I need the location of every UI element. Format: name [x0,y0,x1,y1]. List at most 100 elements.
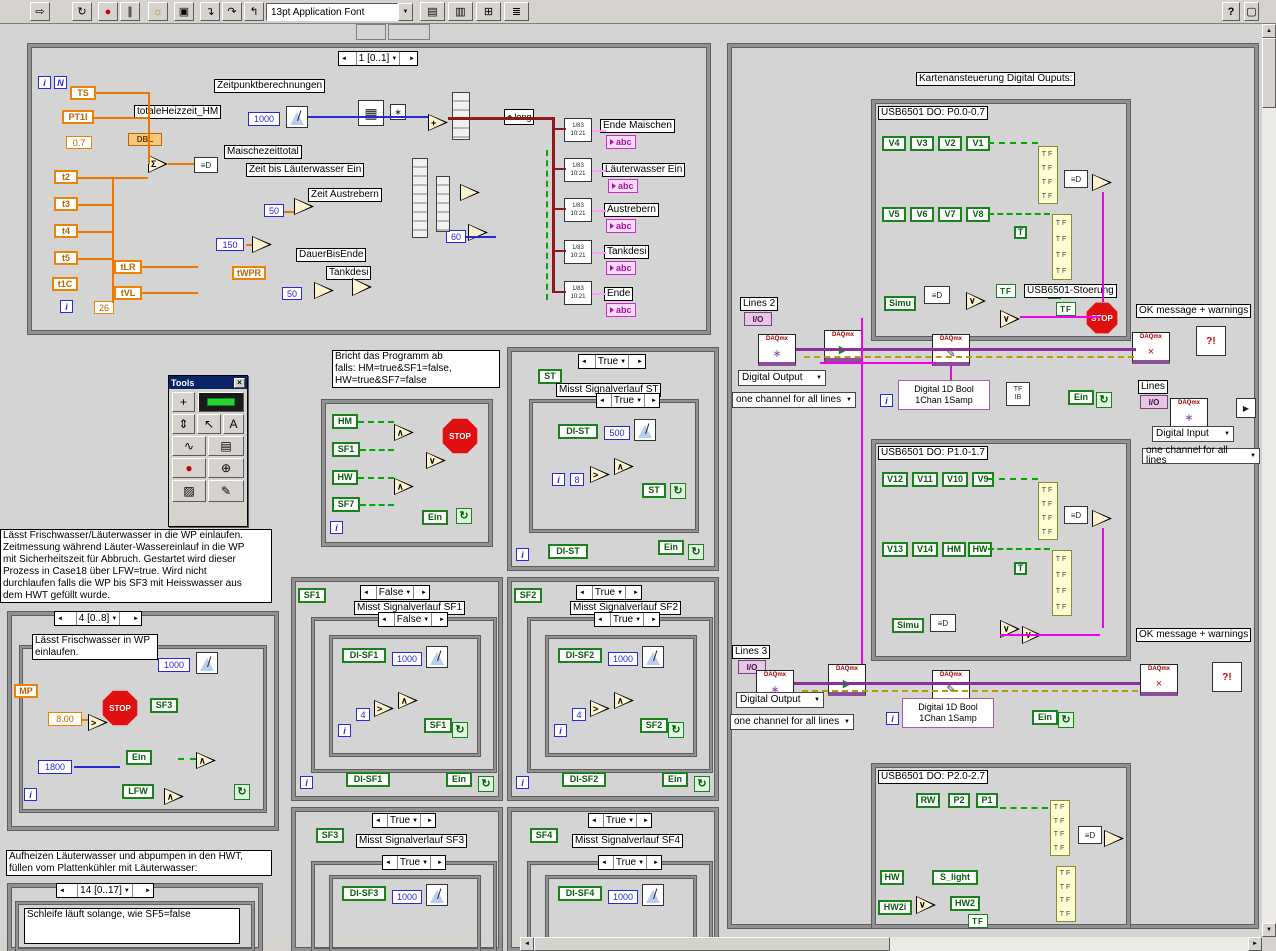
run-button[interactable]: ⇨ [30,2,50,21]
case-selector-sf1[interactable]: ◄ False ▼ ► [360,585,430,600]
boolean-constant-tf[interactable]: TF [996,284,1016,298]
prev-case-arrow[interactable]: ◄ [58,888,66,894]
constant-1000[interactable]: 1000 [608,890,638,904]
case-label[interactable]: True [614,395,634,406]
constant-4[interactable]: 4 [572,708,586,721]
inner-case-selector-sf3[interactable]: ◄ True ▼ ► [382,855,446,870]
format-datetime-icon[interactable]: 1/83 10:21 [564,281,592,305]
chevron-down-icon[interactable]: ▼ [638,860,644,866]
align-objects-button[interactable]: ▤ [420,2,445,21]
terminal-v13[interactable]: V13 [882,542,908,557]
terminal-ein[interactable]: Ein [1068,390,1094,405]
boolean-constant-tf[interactable]: TF [968,914,988,928]
frame-label[interactable]: 1 [0..1] [359,53,390,64]
case-label[interactable]: True [616,857,636,868]
case-label[interactable]: 14 [0..17] [80,885,122,896]
terminal-v10[interactable]: V10 [942,472,968,487]
vertical-scrollbar[interactable] [1262,24,1276,937]
count-terminal[interactable]: N [54,76,67,89]
build-array-node[interactable] [436,176,450,232]
terminal-twpr[interactable]: tWPR [232,266,266,280]
case-label[interactable]: False [379,587,403,598]
next-case-arrow[interactable]: ► [650,398,658,404]
terminal-di-sf3[interactable]: DI-SF3 [342,886,386,901]
terminal-ts[interactable]: TS [70,86,96,100]
terminal-s-light[interactable]: S_light [932,870,978,885]
font-selector[interactable]: 13pt Application Font [266,3,398,21]
prev-case-arrow[interactable]: ◄ [380,617,388,623]
chevron-down-icon[interactable]: ▼ [635,617,641,623]
terminal-v2[interactable]: V2 [938,136,962,151]
terminal-v5[interactable]: V5 [882,207,906,222]
terminal-hm[interactable]: HM [332,414,358,429]
prev-case-arrow[interactable]: ◄ [578,590,586,596]
tool-color-copy[interactable]: ▨ [172,480,206,502]
inner-case-selector-sf4[interactable]: ◄ True ▼ ► [598,855,662,870]
build-array-node[interactable] [412,158,428,238]
iteration-terminal[interactable]: i [552,473,565,486]
string-indicator[interactable]: abc [606,135,636,149]
constant-1000[interactable]: 1000 [608,652,638,666]
prev-case-arrow[interactable]: ◄ [56,616,64,622]
terminal-v11[interactable]: V11 [912,472,938,487]
constant-1000[interactable]: 1000 [248,112,280,126]
terminal-ein[interactable]: Ein [446,772,472,787]
inner-case-selector-sf1[interactable]: ◄ False ▼ ► [378,612,448,627]
run-continuous-button[interactable]: ↻ [72,2,92,21]
terminal-di-st[interactable]: DI-ST [548,544,588,559]
terminal-sf1[interactable]: SF1 [332,442,360,457]
terminal-ein[interactable]: Ein [422,510,448,525]
close-icon[interactable]: × [234,377,245,388]
scroll-right-button[interactable]: ► [1248,937,1262,951]
terminal-hw[interactable]: HW [332,470,358,485]
case-label[interactable]: False [397,614,421,625]
terminal-v12[interactable]: V12 [882,472,908,487]
terminal-di-sf4[interactable]: DI-SF4 [558,886,602,901]
step-out-button[interactable]: ↰ [244,2,264,21]
terminal-sf2[interactable]: SF2 [640,718,668,733]
loop-condition-terminal[interactable]: ↻ [670,483,686,499]
constant-500[interactable]: 500 [604,426,630,440]
next-frame-arrow[interactable]: ► [408,56,416,62]
iteration-terminal[interactable]: i [38,76,51,89]
tool-breakpoint[interactable]: ● [172,458,206,478]
loop-condition-terminal[interactable]: ↻ [478,776,494,792]
format-datetime-icon[interactable]: 1/83 10:21 [564,198,592,222]
terminal-hw2i[interactable]: HW2i [878,900,912,915]
abort-button[interactable]: ● [98,2,118,21]
chevron-down-icon[interactable]: ▼ [412,818,418,824]
terminal-simu[interactable]: Simu [884,296,916,311]
terminal-hw[interactable]: HW [880,870,904,885]
constant-true[interactable]: T [1014,226,1027,239]
case-label[interactable]: 4 [0..8] [79,613,110,624]
chevron-down-icon[interactable]: ▼ [391,56,397,62]
constant-1800[interactable]: 1800 [38,760,72,774]
tools-titlebar[interactable]: Tools × [169,376,247,389]
terminal-t3[interactable]: t3 [54,197,78,211]
case-label[interactable]: True [400,857,420,868]
terminal-p2[interactable]: P2 [948,793,970,808]
chevron-down-icon[interactable]: ▼ [617,590,623,596]
wait-ms-icon[interactable] [642,884,664,906]
next-case-arrow[interactable]: ► [436,860,444,866]
iteration-terminal[interactable]: i [886,712,899,725]
case-label[interactable]: True [606,815,626,826]
terminal-t1c[interactable]: t1C [52,277,78,291]
iteration-terminal[interactable]: i [60,300,73,313]
iteration-terminal[interactable]: i [330,521,343,534]
boolean-constant-tf[interactable]: TF [1056,302,1076,316]
constant-8-00[interactable]: 8.00 [48,712,82,726]
sequence-selector-1[interactable]: ◄ 1 [0..1] ▼ ► [338,51,418,66]
iteration-terminal[interactable]: i [554,724,567,737]
prev-case-arrow[interactable]: ◄ [598,398,606,404]
terminal-di-sf2[interactable]: DI-SF2 [562,772,606,787]
terminal-lfw[interactable]: LFW [122,784,154,799]
io-constant[interactable]: I/O [744,312,772,326]
terminal-hw2[interactable]: HW2 [950,896,980,911]
terminal-mp[interactable]: MP [14,684,38,698]
constant-4[interactable]: 4 [356,708,370,721]
constant-8[interactable]: 8 [570,473,584,486]
start-task-play-icon[interactable]: ▶ [1236,398,1256,418]
prev-case-arrow[interactable]: ◄ [590,818,598,824]
horizontal-scroll-thumb[interactable] [534,937,890,951]
